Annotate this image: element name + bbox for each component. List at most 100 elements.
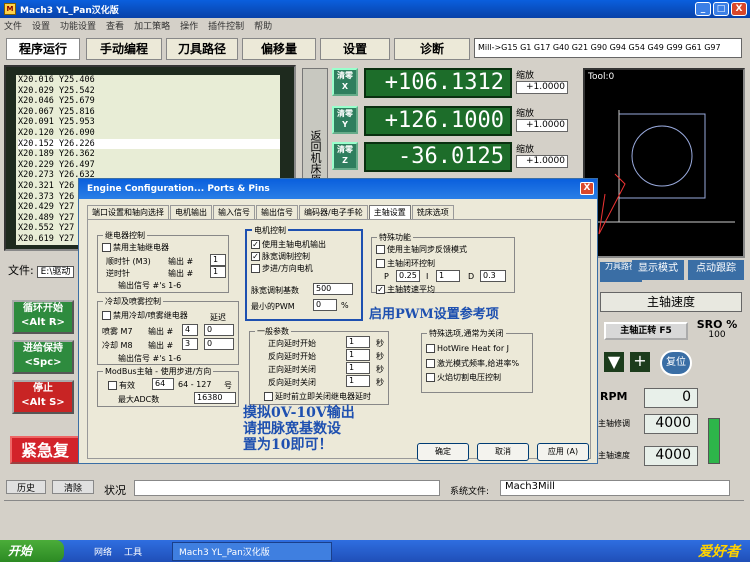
start-button[interactable]: 开始 — [0, 540, 64, 562]
use-spindle-motor-option[interactable]: ✓ 使用主轴电机输出 — [251, 239, 326, 250]
closed-loop-option[interactable]: 主轴闭环控制 — [376, 258, 435, 269]
hotwire-option[interactable]: HotWire Heat for J — [426, 344, 509, 353]
spindle-speed-value[interactable]: 4000 — [644, 446, 698, 466]
mist-delay-input[interactable]: 0 — [204, 324, 234, 336]
zero-y-button[interactable]: 清零 Y — [332, 106, 358, 134]
dialog-tab[interactable]: 端口设置和轴向选择 — [87, 205, 169, 219]
dialog-tab[interactable]: 编码器/电子手轮 — [299, 205, 368, 219]
apply-button[interactable]: 应用 (A) — [537, 443, 589, 461]
cancel-button[interactable]: 取消 — [477, 443, 529, 461]
spindle-down-icon[interactable]: ▼ — [604, 352, 624, 372]
mist-output-input[interactable]: 4 — [182, 324, 198, 336]
tab-mdi[interactable]: 手动编程 — [86, 38, 162, 60]
spindle-cw-button[interactable]: 主轴正转 F5 — [604, 322, 688, 340]
taskbar-network[interactable]: 网络 — [94, 545, 112, 558]
pid-d-input[interactable]: 0.3 — [480, 270, 506, 282]
clear-button[interactable]: 清除 — [52, 480, 94, 494]
scale-z: 缩放 +1.0000 — [516, 142, 568, 168]
dialog-tab[interactable]: 输入信号 — [213, 205, 255, 219]
file-path[interactable]: E:\驱动 — [36, 266, 75, 278]
menu-settings[interactable]: 设置 — [32, 19, 50, 32]
step-dir-motor-option[interactable]: 步进/方向电机 — [251, 263, 313, 274]
feed-hold-button[interactable]: 进给保持 <Spc> — [12, 340, 74, 374]
menu-operator[interactable]: 操作 — [180, 19, 198, 32]
dialog-tab[interactable]: 电机输出 — [170, 205, 212, 219]
gcode-line[interactable]: X20.152 Y26.226 — [18, 138, 280, 150]
zero-z-button[interactable]: 清零 Z — [332, 142, 358, 170]
estop-button[interactable]: 紧急复 — [10, 436, 80, 464]
menu-view[interactable]: 查看 — [106, 19, 124, 32]
gcode-line[interactable]: X20.016 Y25.406 — [18, 75, 280, 86]
modbus-enabled-option[interactable]: 有效 — [108, 380, 135, 391]
tab-settings[interactable]: 设置 — [320, 38, 390, 60]
gcode-line[interactable]: X20.067 Y25.816 — [18, 107, 280, 118]
cw-output-input[interactable]: 1 — [210, 254, 226, 266]
reset-button[interactable]: 复位 — [660, 350, 692, 376]
ccw-output-input[interactable]: 1 — [210, 266, 226, 278]
flood-output-input[interactable]: 3 — [182, 338, 198, 350]
menu-config[interactable]: 功能设置 — [60, 19, 96, 32]
dialog-tab[interactable]: 输出信号 — [256, 205, 298, 219]
laser-mode-option[interactable]: 激光模式频率,给进率% — [426, 358, 519, 369]
dro-z[interactable]: -36.0125 — [364, 142, 512, 172]
menu-wizards[interactable]: 加工策略 — [134, 19, 170, 32]
modbus-reg-input[interactable]: 64 — [152, 378, 174, 390]
pid-p-input[interactable]: 0.25 — [396, 270, 420, 282]
pid-i-label: I — [426, 272, 429, 281]
gcode-line[interactable]: X20.029 Y25.542 — [18, 86, 280, 97]
maximize-button[interactable]: □ — [713, 2, 729, 16]
speed-averaging-option[interactable]: ✓ 主轴转速平均 — [376, 284, 435, 295]
pwm-control-option[interactable]: ✓ 脉宽调制控制 — [251, 251, 310, 262]
history-button[interactable]: 历史 — [6, 480, 46, 494]
spindle-slider[interactable] — [708, 418, 720, 464]
disable-coolant-option[interactable]: 禁用冷却/喷雾继电器 — [102, 310, 188, 321]
display-mode-button[interactable]: 显示模式 — [632, 260, 684, 280]
modbus-range: 64 - 127 — [178, 380, 212, 389]
dro-y[interactable]: +126.1000 — [364, 106, 512, 136]
relay-delay-option[interactable]: 延时前立即关闭继电器延时 — [264, 391, 371, 402]
disable-relay-option[interactable]: 禁用主轴继电器 — [102, 242, 169, 253]
jog-follow-button[interactable]: 点动跟踪 — [688, 260, 744, 280]
dro-x[interactable]: +106.1312 — [364, 68, 512, 98]
sync-feedback-option[interactable]: 使用主轴同步反馈模式 — [376, 244, 467, 255]
dialog-tab[interactable]: 铣床选项 — [411, 205, 454, 219]
menu-plugins[interactable]: 插件控制 — [208, 19, 244, 32]
pid-i-input[interactable]: 1 — [436, 270, 460, 282]
ok-button[interactable]: 确定 — [417, 443, 469, 461]
gcode-line[interactable]: X20.120 Y26.090 — [18, 128, 280, 139]
flood-delay-input[interactable]: 0 — [204, 338, 234, 350]
stop-button[interactable]: 停止 <Alt S> — [12, 380, 74, 414]
spindle-up-icon[interactable]: + — [630, 352, 650, 372]
max-adc-input[interactable]: 16380 — [194, 392, 236, 404]
tab-toolpath[interactable]: 刀具路径 — [166, 38, 238, 60]
pwm-base-input[interactable]: 500 — [313, 283, 353, 295]
gcode-line[interactable]: X20.046 Y25.679 — [18, 96, 280, 107]
tab-program-run[interactable]: 程序运行 — [6, 38, 80, 60]
ccw-delay-start-input[interactable]: 1 — [346, 349, 370, 361]
gcode-line[interactable]: X20.091 Y25.953 — [18, 117, 280, 128]
toolpath-display[interactable]: Tool:0 — [583, 68, 745, 258]
tool-label: Tool:0 — [588, 72, 615, 82]
menu-file[interactable]: 文件 — [4, 19, 22, 32]
cw-delay-stop-input[interactable]: 1 — [346, 362, 370, 374]
dialog-close-button[interactable]: X — [580, 182, 594, 195]
cw-delay-start-input[interactable]: 1 — [346, 336, 370, 348]
zero-x-button[interactable]: 清零 X — [332, 68, 358, 96]
cycle-start-button[interactable]: 循环开始 <Alt R> — [12, 300, 74, 334]
ccw-delay-stop-input[interactable]: 1 — [346, 375, 370, 387]
minimize-button[interactable]: _ — [695, 2, 711, 16]
torch-height-option[interactable]: 火焰切割电压控制 — [426, 372, 501, 383]
taskbar-tools[interactable]: 工具 — [124, 545, 142, 558]
tab-diagnostics[interactable]: 诊断 — [394, 38, 470, 60]
tab-offsets[interactable]: 偏移量 — [242, 38, 316, 60]
mdi-status-line[interactable]: Mill->G15 G1 G17 G40 G21 G90 G94 G54 G49… — [474, 38, 742, 58]
gcode-line[interactable]: X20.189 Y26.362 — [18, 149, 280, 160]
taskbar-mach3-window[interactable]: Mach3 YL_Pan汉化版 — [172, 541, 333, 561]
spindle-override-value[interactable]: 4000 — [644, 414, 698, 434]
ccw-delay-stop-unit: 秒 — [376, 378, 384, 387]
dialog-tab[interactable]: 主轴设置 — [368, 205, 411, 219]
close-button[interactable]: X — [731, 2, 747, 16]
menu-help[interactable]: 帮助 — [254, 19, 272, 32]
min-pwm-input[interactable]: 0 — [313, 299, 337, 311]
gcode-line[interactable]: X20.229 Y26.497 — [18, 160, 280, 171]
